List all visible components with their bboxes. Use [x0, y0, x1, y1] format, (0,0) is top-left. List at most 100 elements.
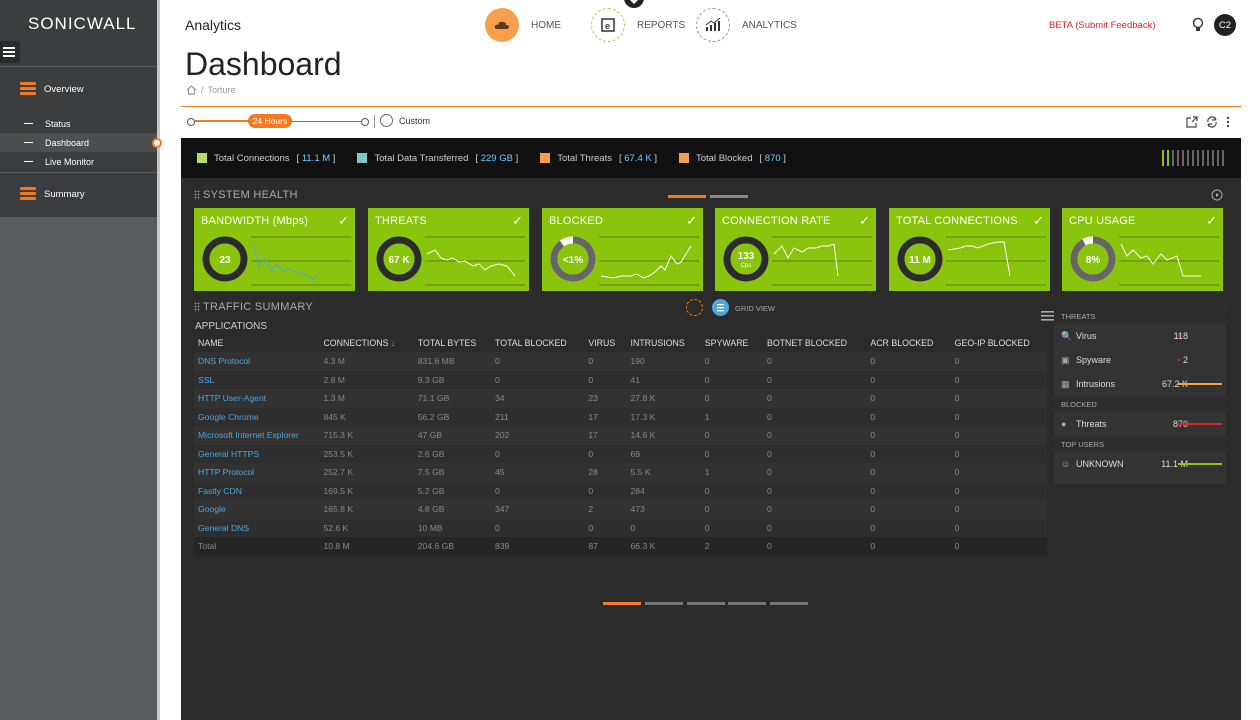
- column-header[interactable]: ACR BLOCKED: [866, 334, 950, 352]
- health-card[interactable]: BANDWIDTH (Mbps) ✓ 23: [194, 208, 355, 291]
- table-total-row[interactable]: Total 10.8 M 204.6 GB 839 87 66.3 K2000: [194, 537, 1047, 556]
- table-row[interactable]: HTTP Protocol 252.7 K 7.5 GB 45 28 5.5 K1000: [194, 463, 1047, 482]
- table-row[interactable]: SSL 2.8 M 9.3 GB 0 0 41 0 0 0 0: [194, 370, 1047, 389]
- column-header[interactable]: BOTNET BLOCKED: [763, 334, 866, 352]
- table-cell: 69: [626, 444, 701, 463]
- table-row[interactable]: Google Chrome 845 K 56.2 GB 211 17 17.3 K1000: [194, 407, 1047, 426]
- health-card[interactable]: BLOCKED ✓ <1%: [542, 208, 703, 291]
- table-row[interactable]: General HTTPS 253.5 K 2.6 GB 0 0 69 0 0 0 0: [194, 444, 1047, 463]
- column-header[interactable]: GEO-IP BLOCKED: [951, 334, 1047, 352]
- card-gauge: 11 M: [897, 236, 943, 282]
- card-sparkline: [772, 236, 872, 286]
- lightbulb-icon[interactable]: [1192, 17, 1204, 38]
- home-icon[interactable]: [186, 85, 197, 95]
- panel-row[interactable]: 🔍 Virus 118: [1054, 324, 1226, 348]
- table-row[interactable]: Microsoft Internet Explorer 715.3 K 47 GB 2…: [194, 426, 1047, 445]
- column-header[interactable]: SPYWARE: [701, 334, 763, 352]
- column-header[interactable]: CONNECTIONS ↓: [319, 334, 413, 352]
- panel-row[interactable]: ▦ Intrusions 67.2 K: [1054, 372, 1226, 396]
- timeline-end-handle[interactable]: [361, 118, 369, 126]
- table-cell[interactable]: Google Chrome: [194, 407, 320, 426]
- page-dot[interactable]: [770, 602, 808, 605]
- nav-reports[interactable]: e REPORTS: [591, 8, 685, 42]
- carousel-dot-active[interactable]: [668, 195, 706, 198]
- drag-handle-icon[interactable]: [194, 302, 200, 313]
- nav-home[interactable]: HOME: [485, 8, 561, 42]
- health-card[interactable]: TOTAL CONNECTIONS ✓ 11 M: [889, 208, 1050, 291]
- table-row[interactable]: General DNS 52.6 K 10 MB 0 0 0 0 0 0 0: [194, 518, 1047, 537]
- page-dot[interactable]: [645, 602, 683, 605]
- sidebar-item-status[interactable]: Status: [0, 114, 157, 133]
- drag-handle-icon[interactable]: [194, 190, 200, 201]
- play-icon[interactable]: [1211, 188, 1223, 206]
- health-card[interactable]: CONNECTION RATE ✓ 133 Cps: [715, 208, 876, 291]
- table-cell: 0: [584, 481, 627, 500]
- table-cell: 0: [762, 389, 867, 408]
- table-cell: 0: [762, 407, 867, 426]
- page-dot-active[interactable]: [603, 602, 641, 605]
- health-card[interactable]: THREATS ✓ 67 K: [368, 208, 529, 291]
- column-header[interactable]: NAME: [194, 334, 319, 352]
- breadcrumb-item[interactable]: Torture: [208, 85, 236, 95]
- panel-row[interactable]: ☺ UNKNOWN 11.1 M: [1054, 452, 1226, 476]
- page-dot[interactable]: [687, 602, 725, 605]
- table-row[interactable]: HTTP User-Agent 1.3 M 71.1 GB 34 23 27.8 K000…: [194, 389, 1047, 408]
- table-cell[interactable]: Microsoft Internet Explorer: [194, 426, 320, 445]
- custom-label[interactable]: Custom: [399, 116, 430, 126]
- legend-value: 870: [764, 152, 781, 164]
- sidebar-group-summary[interactable]: Summary: [20, 187, 85, 201]
- avatar[interactable]: C2: [1214, 14, 1236, 36]
- table-cell[interactable]: General DNS: [194, 518, 320, 537]
- legend-swatch: [357, 153, 368, 163]
- grid-view-label[interactable]: GRID VIEW: [735, 304, 775, 313]
- carousel-dot[interactable]: [710, 195, 748, 198]
- card-value: 8%: [1086, 255, 1101, 266]
- card-gauge: 133Cps: [723, 236, 769, 282]
- page-dot[interactable]: [728, 602, 766, 605]
- table-cell[interactable]: DNS Protocol: [194, 352, 320, 371]
- column-header[interactable]: VIRUS: [584, 334, 626, 352]
- panel-menu-icon[interactable]: [1041, 309, 1054, 327]
- more-options-icon[interactable]: [1226, 115, 1230, 128]
- column-header[interactable]: TOTAL BYTES: [414, 334, 491, 352]
- health-card[interactable]: CPU USAGE ✓ 8%: [1062, 208, 1223, 291]
- table-cell: 715.3 K: [319, 426, 414, 445]
- column-header[interactable]: TOTAL BLOCKED: [491, 334, 584, 352]
- table-row[interactable]: Google 165.8 K 4.8 GB 347 2 473 0 0 0 0: [194, 500, 1047, 519]
- table-cell[interactable]: HTTP User-Agent: [194, 389, 320, 408]
- sidebar-item-dashboard[interactable]: Dashboard: [0, 133, 157, 152]
- sort-desc-icon[interactable]: ↓: [388, 338, 395, 348]
- table-cell[interactable]: Fastly CDN: [194, 481, 320, 500]
- grid-view-icon[interactable]: [712, 299, 729, 316]
- panel-row[interactable]: ●Threats870: [1054, 412, 1226, 436]
- panel-row-value: 118: [1173, 331, 1188, 341]
- sidebar-item-live-monitor[interactable]: Live Monitor: [0, 152, 157, 171]
- card-title: BANDWIDTH (Mbps): [201, 215, 309, 227]
- refresh-icon[interactable]: [1206, 115, 1218, 133]
- table-cell: 0: [866, 463, 951, 482]
- custom-radio[interactable]: [380, 114, 393, 127]
- table-cell[interactable]: HTTP Protocol: [194, 463, 320, 482]
- chart-view-toggle-icon[interactable]: [686, 299, 703, 316]
- sidebar-group-overview[interactable]: Overview: [20, 82, 84, 96]
- timeline-start-handle[interactable]: [187, 118, 195, 126]
- table-row[interactable]: DNS Protocol 4.3 M 831.6 MB 0 0 190 0 0 0 0: [194, 352, 1047, 371]
- table-row[interactable]: Fastly CDN 169.5 K 5.2 GB 0 0 284 0 0 0 0: [194, 481, 1047, 500]
- timeline-selected[interactable]: 24 Hours: [248, 114, 292, 128]
- table-cell[interactable]: SSL: [194, 370, 320, 389]
- nav-analytics[interactable]: ANALYTICS: [696, 8, 797, 42]
- header-rule: [181, 106, 1241, 107]
- menu-toggle-icon[interactable]: [0, 41, 20, 63]
- card-sparkline: [251, 236, 351, 286]
- table-cell: 0: [866, 352, 951, 371]
- column-header[interactable]: INTRUSIONS: [627, 334, 701, 352]
- download-badge-icon[interactable]: [624, 0, 644, 8]
- panel-row-label: Virus: [1076, 331, 1097, 341]
- panel-row[interactable]: ▣ Spyware 2: [1054, 348, 1226, 372]
- table-cell[interactable]: Google: [194, 500, 320, 519]
- table-cell[interactable]: General HTTPS: [194, 444, 320, 463]
- table-cell: 45: [491, 463, 585, 482]
- beta-feedback-link[interactable]: BETA (Submit Feedback): [1049, 20, 1155, 31]
- export-icon[interactable]: [1186, 115, 1198, 133]
- panel-row-label: Threats: [1076, 419, 1107, 429]
